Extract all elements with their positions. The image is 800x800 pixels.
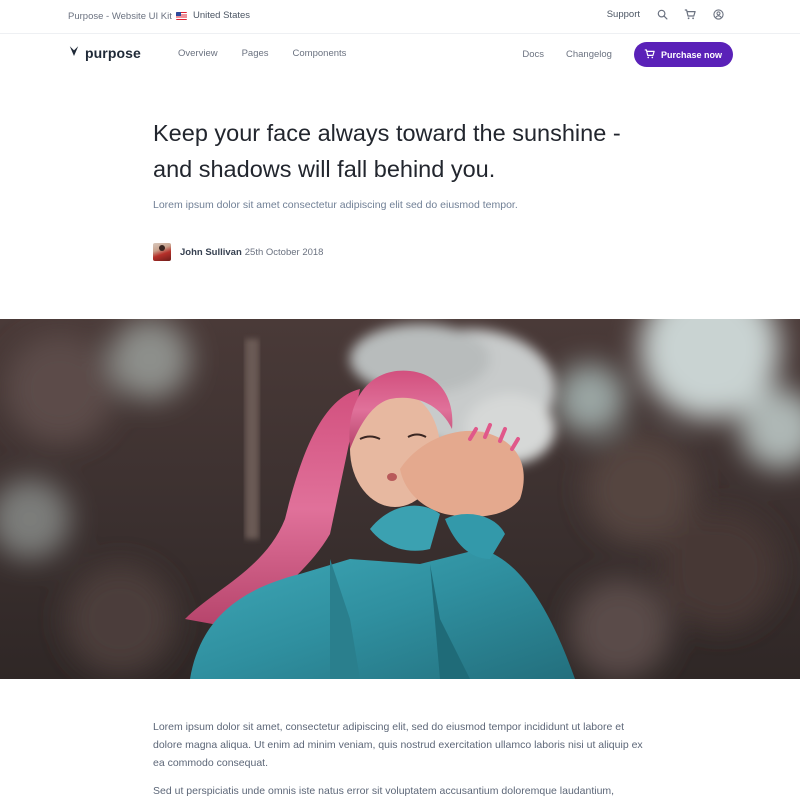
headline-line-2: and shadows will fall behind you.	[153, 156, 496, 182]
article-headline: Keep your face always toward the sunshin…	[153, 115, 653, 187]
article-paragraph-2: Sed ut perspiciatis unde omnis iste natu…	[153, 785, 615, 797]
primary-nav-links: Overview Pages Components	[178, 48, 346, 59]
article-paragraph-1: Lorem ipsum dolor sit amet, consectetur …	[153, 721, 643, 769]
purchase-now-label: Purchase now	[660, 49, 722, 60]
nav-link-overview[interactable]: Overview	[178, 48, 218, 59]
author-name[interactable]: John Sullivan	[180, 247, 242, 258]
kit-label[interactable]: Purpose - Website UI Kit	[68, 11, 172, 22]
region-label: United States	[193, 10, 251, 21]
author-meta: John Sullivan 25th October 2018	[153, 243, 323, 261]
search-icon[interactable]	[656, 8, 668, 20]
logo-mark-icon	[69, 44, 79, 62]
purchase-now-button[interactable]: Purchase now	[633, 42, 733, 67]
headline-line-1: Keep your face always toward the sunshin…	[153, 120, 621, 146]
nav-link-changelog[interactable]: Changelog	[566, 49, 612, 60]
avatar[interactable]	[153, 243, 171, 261]
nav-link-components[interactable]: Components	[293, 48, 347, 59]
region-selector[interactable]: United States	[176, 10, 250, 21]
nav-link-docs[interactable]: Docs	[522, 49, 544, 60]
brand-name: purpose	[85, 45, 141, 61]
support-link[interactable]: Support	[607, 9, 640, 20]
top-utility-bar: Purpose - Website UI Kit United States S…	[0, 0, 800, 34]
secondary-nav: Docs Changelog Purchase now	[522, 42, 733, 67]
brand-logo[interactable]: purpose	[69, 44, 141, 62]
cart-icon	[644, 48, 655, 61]
main-navbar: purpose Overview Pages Components Docs C…	[0, 35, 800, 75]
hero-photo-illustration	[0, 319, 800, 679]
nav-link-pages[interactable]: Pages	[242, 48, 269, 59]
topbar-actions: Support	[607, 8, 724, 20]
article-lead: Lorem ipsum dolor sit amet consectetur a…	[153, 199, 518, 211]
publish-date: 25th October 2018	[244, 246, 324, 258]
user-icon[interactable]	[712, 8, 724, 20]
us-flag-icon	[176, 11, 187, 20]
cart-icon[interactable]	[684, 8, 696, 20]
hero-photo	[0, 319, 800, 679]
